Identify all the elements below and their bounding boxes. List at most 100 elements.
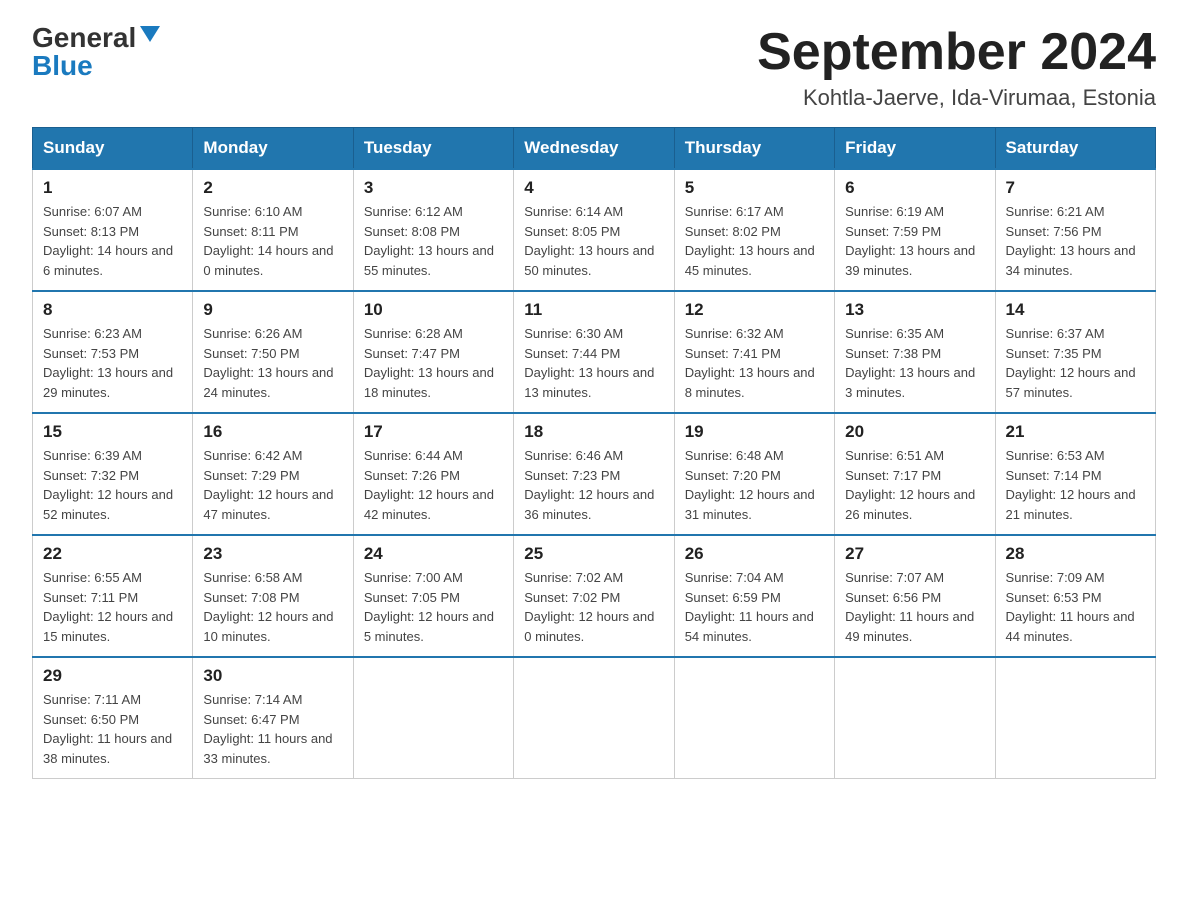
week-row-5: 29 Sunrise: 7:11 AMSunset: 6:50 PMDaylig…	[33, 657, 1156, 779]
week-row-3: 15 Sunrise: 6:39 AMSunset: 7:32 PMDaylig…	[33, 413, 1156, 535]
day-number: 3	[364, 178, 503, 198]
calendar-cell: 18 Sunrise: 6:46 AMSunset: 7:23 PMDaylig…	[514, 413, 674, 535]
day-info: Sunrise: 6:46 AMSunset: 7:23 PMDaylight:…	[524, 446, 663, 524]
calendar-cell: 20 Sunrise: 6:51 AMSunset: 7:17 PMDaylig…	[835, 413, 995, 535]
day-number: 16	[203, 422, 342, 442]
calendar-cell	[995, 657, 1155, 779]
day-number: 17	[364, 422, 503, 442]
day-number: 19	[685, 422, 824, 442]
calendar-table: SundayMondayTuesdayWednesdayThursdayFrid…	[32, 127, 1156, 779]
day-info: Sunrise: 7:04 AMSunset: 6:59 PMDaylight:…	[685, 568, 824, 646]
week-row-1: 1 Sunrise: 6:07 AMSunset: 8:13 PMDayligh…	[33, 169, 1156, 291]
day-header-wednesday: Wednesday	[514, 128, 674, 170]
day-number: 14	[1006, 300, 1145, 320]
week-row-2: 8 Sunrise: 6:23 AMSunset: 7:53 PMDayligh…	[33, 291, 1156, 413]
day-info: Sunrise: 6:26 AMSunset: 7:50 PMDaylight:…	[203, 324, 342, 402]
day-number: 28	[1006, 544, 1145, 564]
day-number: 29	[43, 666, 182, 686]
calendar-cell: 16 Sunrise: 6:42 AMSunset: 7:29 PMDaylig…	[193, 413, 353, 535]
logo-general-text: General	[32, 24, 136, 52]
day-headers-row: SundayMondayTuesdayWednesdayThursdayFrid…	[33, 128, 1156, 170]
calendar-cell: 4 Sunrise: 6:14 AMSunset: 8:05 PMDayligh…	[514, 169, 674, 291]
calendar-cell: 8 Sunrise: 6:23 AMSunset: 7:53 PMDayligh…	[33, 291, 193, 413]
week-row-4: 22 Sunrise: 6:55 AMSunset: 7:11 PMDaylig…	[33, 535, 1156, 657]
day-info: Sunrise: 6:55 AMSunset: 7:11 PMDaylight:…	[43, 568, 182, 646]
calendar-cell: 28 Sunrise: 7:09 AMSunset: 6:53 PMDaylig…	[995, 535, 1155, 657]
day-info: Sunrise: 6:19 AMSunset: 7:59 PMDaylight:…	[845, 202, 984, 280]
day-number: 2	[203, 178, 342, 198]
day-info: Sunrise: 6:12 AMSunset: 8:08 PMDaylight:…	[364, 202, 503, 280]
day-info: Sunrise: 6:35 AMSunset: 7:38 PMDaylight:…	[845, 324, 984, 402]
day-number: 13	[845, 300, 984, 320]
calendar-cell	[353, 657, 513, 779]
calendar-cell: 5 Sunrise: 6:17 AMSunset: 8:02 PMDayligh…	[674, 169, 834, 291]
calendar-cell: 12 Sunrise: 6:32 AMSunset: 7:41 PMDaylig…	[674, 291, 834, 413]
day-number: 12	[685, 300, 824, 320]
day-info: Sunrise: 6:07 AMSunset: 8:13 PMDaylight:…	[43, 202, 182, 280]
calendar-cell: 25 Sunrise: 7:02 AMSunset: 7:02 PMDaylig…	[514, 535, 674, 657]
day-header-sunday: Sunday	[33, 128, 193, 170]
calendar-title: September 2024	[757, 24, 1156, 81]
day-number: 7	[1006, 178, 1145, 198]
day-number: 25	[524, 544, 663, 564]
day-number: 1	[43, 178, 182, 198]
calendar-cell	[514, 657, 674, 779]
day-number: 27	[845, 544, 984, 564]
logo: General Blue	[32, 24, 160, 80]
day-header-tuesday: Tuesday	[353, 128, 513, 170]
day-number: 18	[524, 422, 663, 442]
calendar-cell	[835, 657, 995, 779]
calendar-cell: 26 Sunrise: 7:04 AMSunset: 6:59 PMDaylig…	[674, 535, 834, 657]
day-number: 22	[43, 544, 182, 564]
day-info: Sunrise: 6:28 AMSunset: 7:47 PMDaylight:…	[364, 324, 503, 402]
day-info: Sunrise: 6:14 AMSunset: 8:05 PMDaylight:…	[524, 202, 663, 280]
day-header-monday: Monday	[193, 128, 353, 170]
day-number: 4	[524, 178, 663, 198]
logo-triangle-icon	[140, 26, 160, 42]
day-info: Sunrise: 7:14 AMSunset: 6:47 PMDaylight:…	[203, 690, 342, 768]
calendar-cell	[674, 657, 834, 779]
day-info: Sunrise: 6:51 AMSunset: 7:17 PMDaylight:…	[845, 446, 984, 524]
calendar-cell: 1 Sunrise: 6:07 AMSunset: 8:13 PMDayligh…	[33, 169, 193, 291]
day-number: 21	[1006, 422, 1145, 442]
day-number: 11	[524, 300, 663, 320]
calendar-cell: 24 Sunrise: 7:00 AMSunset: 7:05 PMDaylig…	[353, 535, 513, 657]
calendar-cell: 3 Sunrise: 6:12 AMSunset: 8:08 PMDayligh…	[353, 169, 513, 291]
day-number: 15	[43, 422, 182, 442]
calendar-cell: 27 Sunrise: 7:07 AMSunset: 6:56 PMDaylig…	[835, 535, 995, 657]
day-number: 30	[203, 666, 342, 686]
day-number: 26	[685, 544, 824, 564]
day-info: Sunrise: 6:32 AMSunset: 7:41 PMDaylight:…	[685, 324, 824, 402]
calendar-cell: 17 Sunrise: 6:44 AMSunset: 7:26 PMDaylig…	[353, 413, 513, 535]
day-info: Sunrise: 7:09 AMSunset: 6:53 PMDaylight:…	[1006, 568, 1145, 646]
calendar-cell: 9 Sunrise: 6:26 AMSunset: 7:50 PMDayligh…	[193, 291, 353, 413]
day-info: Sunrise: 6:17 AMSunset: 8:02 PMDaylight:…	[685, 202, 824, 280]
calendar-cell: 13 Sunrise: 6:35 AMSunset: 7:38 PMDaylig…	[835, 291, 995, 413]
day-info: Sunrise: 6:10 AMSunset: 8:11 PMDaylight:…	[203, 202, 342, 280]
day-info: Sunrise: 6:53 AMSunset: 7:14 PMDaylight:…	[1006, 446, 1145, 524]
day-header-saturday: Saturday	[995, 128, 1155, 170]
day-number: 5	[685, 178, 824, 198]
calendar-subtitle: Kohtla-Jaerve, Ida-Virumaa, Estonia	[757, 85, 1156, 111]
day-number: 20	[845, 422, 984, 442]
day-number: 8	[43, 300, 182, 320]
calendar-cell: 29 Sunrise: 7:11 AMSunset: 6:50 PMDaylig…	[33, 657, 193, 779]
day-info: Sunrise: 6:44 AMSunset: 7:26 PMDaylight:…	[364, 446, 503, 524]
calendar-cell: 6 Sunrise: 6:19 AMSunset: 7:59 PMDayligh…	[835, 169, 995, 291]
day-info: Sunrise: 6:42 AMSunset: 7:29 PMDaylight:…	[203, 446, 342, 524]
day-info: Sunrise: 6:23 AMSunset: 7:53 PMDaylight:…	[43, 324, 182, 402]
title-block: September 2024 Kohtla-Jaerve, Ida-Viruma…	[757, 24, 1156, 111]
calendar-cell: 23 Sunrise: 6:58 AMSunset: 7:08 PMDaylig…	[193, 535, 353, 657]
day-info: Sunrise: 7:07 AMSunset: 6:56 PMDaylight:…	[845, 568, 984, 646]
day-number: 6	[845, 178, 984, 198]
day-info: Sunrise: 6:21 AMSunset: 7:56 PMDaylight:…	[1006, 202, 1145, 280]
calendar-cell: 19 Sunrise: 6:48 AMSunset: 7:20 PMDaylig…	[674, 413, 834, 535]
calendar-cell: 10 Sunrise: 6:28 AMSunset: 7:47 PMDaylig…	[353, 291, 513, 413]
day-number: 23	[203, 544, 342, 564]
calendar-cell: 22 Sunrise: 6:55 AMSunset: 7:11 PMDaylig…	[33, 535, 193, 657]
calendar-cell: 30 Sunrise: 7:14 AMSunset: 6:47 PMDaylig…	[193, 657, 353, 779]
logo-blue-text: Blue	[32, 52, 93, 80]
day-info: Sunrise: 6:48 AMSunset: 7:20 PMDaylight:…	[685, 446, 824, 524]
calendar-cell: 7 Sunrise: 6:21 AMSunset: 7:56 PMDayligh…	[995, 169, 1155, 291]
calendar-cell: 15 Sunrise: 6:39 AMSunset: 7:32 PMDaylig…	[33, 413, 193, 535]
